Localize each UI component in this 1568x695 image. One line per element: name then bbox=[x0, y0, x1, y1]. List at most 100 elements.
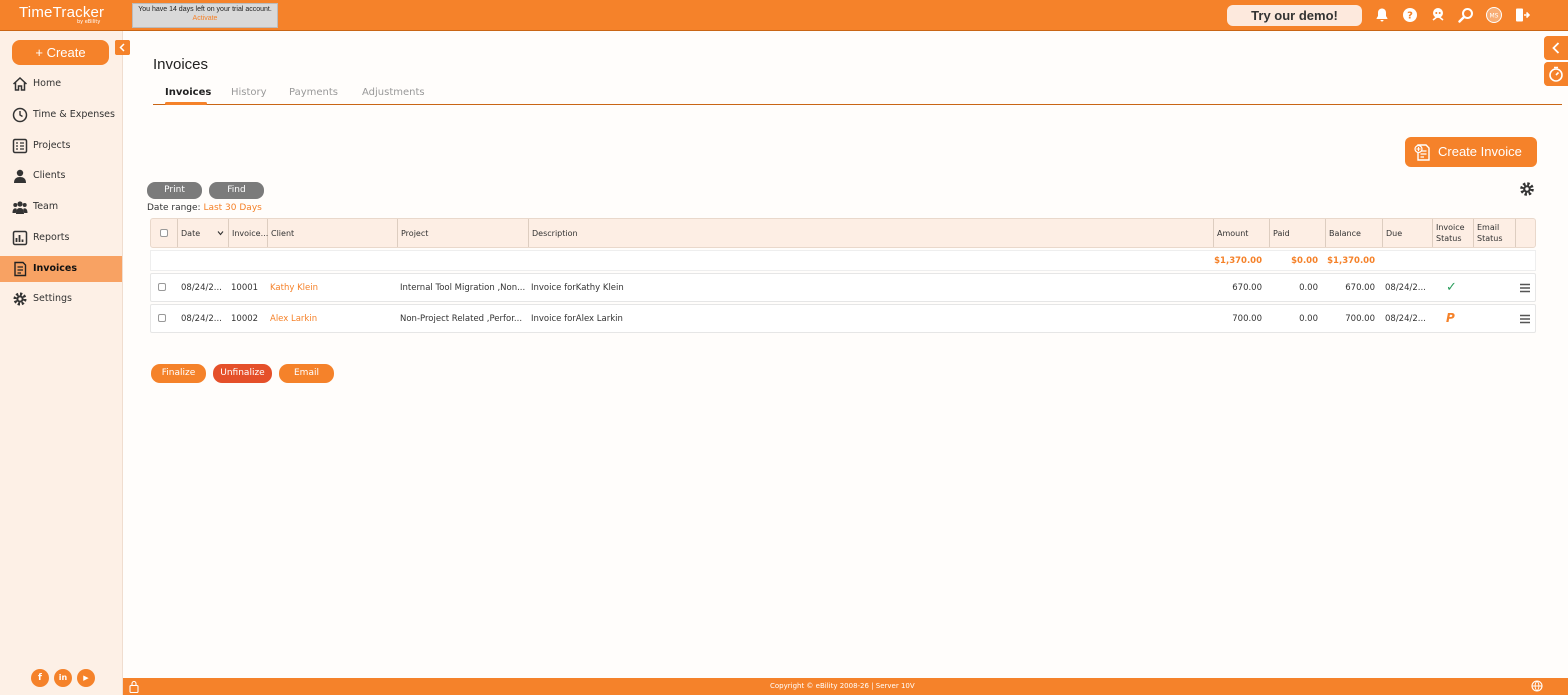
expand-panel-icon[interactable] bbox=[1544, 36, 1568, 60]
sort-chevron-down-icon[interactable] bbox=[217, 230, 224, 236]
sidebar-item-settings[interactable]: Settings bbox=[0, 286, 122, 312]
row-description: Invoice forKathy Klein bbox=[531, 283, 624, 293]
row-date: 08/24/2... bbox=[181, 283, 222, 293]
row-description: Invoice forAlex Larkin bbox=[531, 314, 623, 324]
sidebar-item-label: Home bbox=[33, 78, 62, 89]
tab-invoices[interactable]: Invoices bbox=[165, 87, 211, 98]
activate-link[interactable]: Activate bbox=[133, 15, 277, 22]
app-logo-subtitle: by eBility bbox=[77, 19, 101, 25]
select-all-cell bbox=[151, 219, 178, 247]
sidebar-item-home[interactable]: Home bbox=[0, 71, 122, 97]
create-invoice-button[interactable]: Create Invoice bbox=[1405, 137, 1537, 167]
email-button[interactable]: Email bbox=[279, 364, 334, 383]
column-invoice[interactable]: Invoice... bbox=[229, 219, 268, 247]
row-project: Internal Tool Migration ,Non... bbox=[400, 283, 526, 293]
row-invoice-number[interactable]: 10001 bbox=[231, 283, 267, 293]
column-client[interactable]: Client bbox=[268, 219, 398, 247]
unfinalize-button[interactable]: Unfinalize bbox=[213, 364, 272, 383]
totals-row: $1,370.00 $0.00 $1,370.00 bbox=[150, 250, 1536, 271]
copyright-text: Copyright © eBility 2008-26 | Server 10V bbox=[770, 682, 915, 690]
table-row[interactable]: 08/24/2... 10002 Alex Larkin Non-Project… bbox=[150, 304, 1536, 333]
tab-adjustments[interactable]: Adjustments bbox=[362, 87, 425, 98]
total-paid: $0.00 bbox=[1291, 256, 1318, 266]
create-invoice-icon bbox=[1414, 144, 1430, 161]
find-button[interactable]: Find bbox=[209, 182, 264, 199]
tab-payments[interactable]: Payments bbox=[289, 87, 338, 98]
active-tab-indicator bbox=[165, 102, 207, 105]
row-date: 08/24/2... bbox=[181, 314, 222, 324]
table-header: Date Invoice... Client Project Descripti… bbox=[150, 218, 1536, 248]
column-date-label: Date bbox=[181, 228, 201, 238]
column-amount[interactable]: Amount bbox=[1214, 219, 1270, 247]
sidebar-item-label: Settings bbox=[33, 293, 72, 304]
row-due: 08/24/2... bbox=[1385, 314, 1426, 324]
create-button[interactable]: + Create bbox=[12, 40, 109, 65]
sidebar-item-label: Projects bbox=[33, 140, 71, 151]
date-range-value[interactable]: Last 30 Days bbox=[203, 203, 261, 213]
column-description[interactable]: Description bbox=[529, 219, 1214, 247]
table-row[interactable]: 08/24/2... 10001 Kathy Klein Internal To… bbox=[150, 273, 1536, 302]
row-project: Non-Project Related ,Perfor... bbox=[400, 314, 523, 324]
column-invoice-status[interactable]: Invoice Status bbox=[1433, 219, 1474, 247]
invoices-icon bbox=[14, 261, 27, 277]
column-paid[interactable]: Paid bbox=[1270, 219, 1326, 247]
table-settings-gear-icon[interactable] bbox=[1519, 181, 1535, 197]
sidebar-item-label: Clients bbox=[33, 170, 66, 181]
lock-icon[interactable] bbox=[129, 680, 139, 693]
select-all-checkbox[interactable] bbox=[160, 229, 168, 237]
help-icon[interactable]: ? bbox=[1402, 7, 1418, 23]
sidebar-item-time-expenses[interactable]: Time & Expenses bbox=[0, 102, 122, 128]
user-avatar-icon[interactable]: MS bbox=[1486, 7, 1502, 23]
sidebar-item-invoices[interactable]: Invoices bbox=[0, 256, 122, 282]
clients-icon bbox=[14, 169, 26, 183]
sidebar: + Create Home Time & Expenses Projects C… bbox=[0, 31, 130, 695]
globe-icon[interactable] bbox=[1531, 680, 1543, 692]
row-menu-icon[interactable] bbox=[1520, 314, 1530, 324]
page-title: Invoices bbox=[153, 56, 209, 73]
sidebar-item-team[interactable]: Team bbox=[0, 194, 122, 220]
collapse-sidebar-icon[interactable] bbox=[115, 40, 130, 55]
search-icon[interactable] bbox=[1458, 7, 1474, 23]
facebook-icon[interactable]: f bbox=[31, 669, 49, 687]
row-amount: 670.00 bbox=[1232, 283, 1262, 293]
print-button[interactable]: Print bbox=[147, 182, 202, 199]
finalize-button[interactable]: Finalize bbox=[151, 364, 206, 383]
gear-icon bbox=[13, 292, 27, 306]
svg-text:?: ? bbox=[1407, 11, 1413, 22]
sidebar-item-reports[interactable]: Reports bbox=[0, 225, 122, 251]
sidebar-item-projects[interactable]: Projects bbox=[0, 133, 122, 159]
trial-banner: You have 14 days left on your trial acco… bbox=[132, 3, 278, 28]
row-checkbox[interactable] bbox=[158, 314, 166, 322]
create-invoice-label: Create Invoice bbox=[1438, 144, 1522, 159]
tab-history[interactable]: History bbox=[231, 87, 267, 98]
row-client-link[interactable]: Kathy Klein bbox=[270, 283, 396, 293]
sidebar-item-label: Reports bbox=[33, 232, 70, 243]
status-check-icon: ✓ bbox=[1446, 280, 1457, 295]
date-range: Date range: Last 30 Days bbox=[147, 203, 262, 213]
row-due: 08/24/2... bbox=[1385, 283, 1426, 293]
linkedin-icon[interactable]: in bbox=[54, 669, 72, 687]
logout-icon[interactable] bbox=[1514, 7, 1530, 23]
ai-assistant-icon[interactable] bbox=[1430, 7, 1446, 23]
youtube-icon[interactable]: ▶ bbox=[77, 669, 95, 687]
column-due[interactable]: Due bbox=[1383, 219, 1433, 247]
try-demo-button[interactable]: Try our demo! bbox=[1227, 5, 1362, 26]
sidebar-item-label: Team bbox=[33, 201, 59, 212]
sidebar-item-label: Time & Expenses bbox=[33, 109, 115, 120]
timer-icon[interactable] bbox=[1544, 62, 1568, 86]
footer: Copyright © eBility 2008-26 | Server 10V bbox=[123, 678, 1568, 695]
row-client-link[interactable]: Alex Larkin bbox=[270, 314, 396, 324]
svg-text:MS: MS bbox=[1490, 13, 1499, 20]
column-email-status[interactable]: Email Status bbox=[1474, 219, 1516, 247]
column-balance[interactable]: Balance bbox=[1326, 219, 1383, 247]
sidebar-item-label: Invoices bbox=[33, 263, 78, 274]
row-checkbox[interactable] bbox=[158, 283, 166, 291]
total-balance: $1,370.00 bbox=[1327, 256, 1375, 266]
column-date[interactable]: Date bbox=[178, 219, 229, 247]
clock-icon bbox=[12, 107, 28, 123]
column-project[interactable]: Project bbox=[398, 219, 529, 247]
row-menu-icon[interactable] bbox=[1520, 283, 1530, 293]
sidebar-item-clients[interactable]: Clients bbox=[0, 163, 122, 189]
row-invoice-number[interactable]: 10002 bbox=[231, 314, 267, 324]
bell-icon[interactable] bbox=[1374, 7, 1390, 23]
